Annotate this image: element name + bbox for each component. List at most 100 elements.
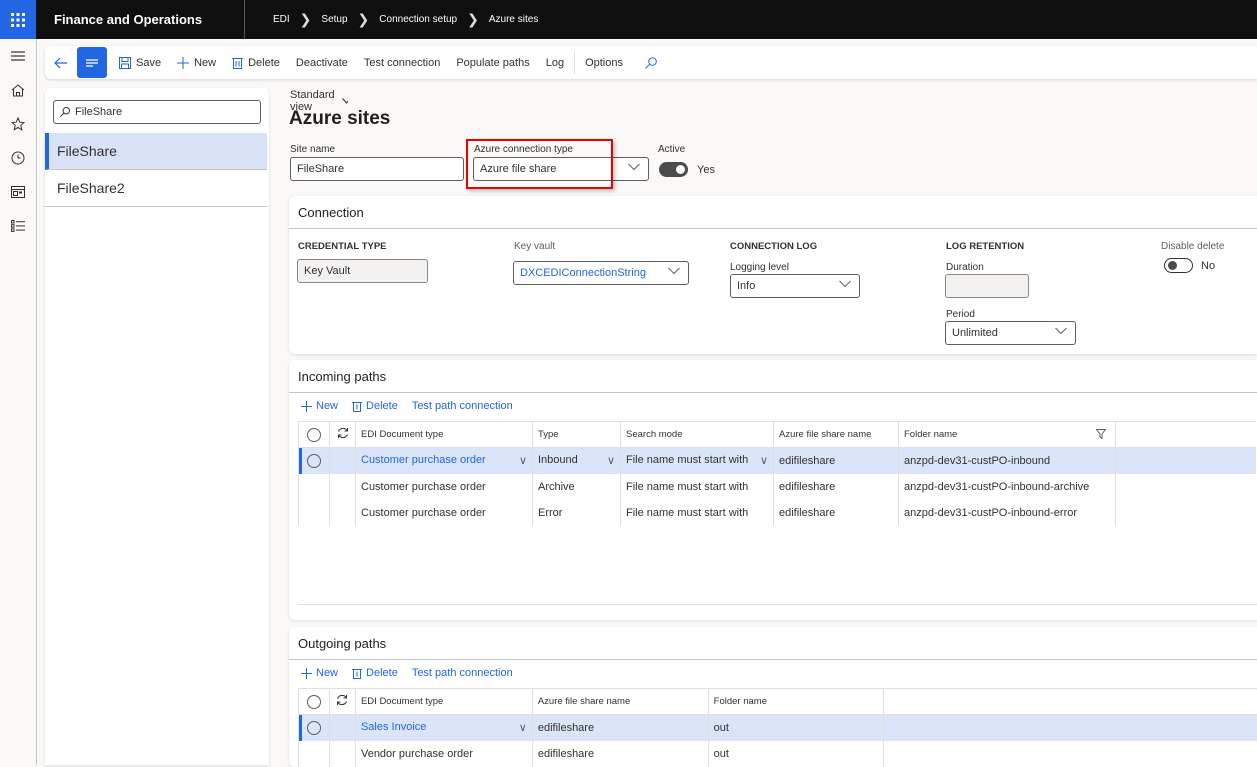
row-select[interactable] xyxy=(299,500,330,526)
breadcrumb-azure-sites[interactable]: Azure sites xyxy=(489,14,538,25)
outgoing-test-path-button[interactable]: Test path connection xyxy=(412,667,513,679)
connection-section-header[interactable]: Connection xyxy=(289,196,1257,229)
breadcrumb: EDI ❯ Setup ❯ Connection setup ❯ Azure s… xyxy=(245,11,538,28)
table-row[interactable]: Customer purchase order∨ Inbound∨ File n… xyxy=(299,448,1256,474)
nav-favorites[interactable] xyxy=(0,107,36,141)
select-all-checkbox[interactable] xyxy=(299,689,330,715)
doc-type-cell[interactable]: Sales Invoice∨ xyxy=(355,715,532,741)
col-folder-name[interactable]: Folder name xyxy=(708,689,884,715)
refresh-button[interactable] xyxy=(330,422,356,448)
row-select[interactable] xyxy=(299,715,330,741)
period-label: Period xyxy=(946,309,975,320)
table-row[interactable]: Customer purchase order Archive File nam… xyxy=(299,474,1256,500)
chevron-down-icon xyxy=(1055,327,1067,335)
table-row[interactable]: Customer purchase order Error File name … xyxy=(299,500,1256,526)
col-edi-document-type[interactable]: EDI Document type xyxy=(356,422,533,448)
list-item-label: FileShare2 xyxy=(57,180,125,196)
delete-button[interactable]: Delete xyxy=(224,46,288,79)
filter-icon[interactable] xyxy=(1096,429,1106,439)
col-azure-file-share-name[interactable]: Azure file share name xyxy=(532,689,708,715)
period-select[interactable]: Unlimited xyxy=(945,321,1076,345)
incoming-paths-header[interactable]: Incoming paths xyxy=(289,360,1257,393)
folder-cell[interactable]: anzpd-dev31-custPO-inbound-archive xyxy=(899,474,1116,500)
col-azure-file-share-name[interactable]: Azure file share name xyxy=(774,422,899,448)
col-type[interactable]: Type xyxy=(533,422,621,448)
options-button[interactable]: Options xyxy=(577,46,631,79)
key-vault-value: DXCEDIConnectionString xyxy=(520,267,646,279)
search-mode-cell[interactable]: File name must start with∨ xyxy=(621,448,774,474)
list-item[interactable]: FileShare2 xyxy=(45,170,267,207)
outgoing-delete-button[interactable]: Delete xyxy=(352,667,398,679)
nav-workspaces[interactable] xyxy=(0,175,36,209)
nav-modules[interactable] xyxy=(0,209,36,243)
site-name-field[interactable]: FileShare xyxy=(290,157,464,181)
row-marker xyxy=(329,741,355,767)
key-vault-select[interactable]: DXCEDIConnectionString xyxy=(513,261,689,285)
list-item[interactable]: FileShare xyxy=(45,133,267,170)
list-filter-input[interactable]: FileShare xyxy=(53,100,261,124)
deactivate-button[interactable]: Deactivate xyxy=(288,46,356,79)
doc-type-cell[interactable]: Customer purchase order xyxy=(356,500,533,526)
search-mode-cell[interactable]: File name must start with xyxy=(621,474,774,500)
breadcrumb-setup[interactable]: Setup xyxy=(321,14,347,25)
doc-type-cell[interactable]: Vendor purchase order xyxy=(355,741,532,767)
col-search-mode[interactable]: Search mode xyxy=(621,422,774,448)
delete-label: Delete xyxy=(366,667,398,679)
breadcrumb-edi[interactable]: EDI xyxy=(273,14,290,25)
type-cell[interactable]: Archive xyxy=(533,474,621,500)
type-cell[interactable]: Inbound∨ xyxy=(533,448,621,474)
new-button[interactable]: New xyxy=(169,46,224,79)
active-toggle[interactable] xyxy=(659,162,688,177)
plus-icon xyxy=(177,57,189,69)
incoming-paths-section: Incoming paths New Delete Test path conn… xyxy=(289,360,1257,620)
row-select[interactable] xyxy=(299,474,330,500)
logging-level-select[interactable]: Info xyxy=(730,274,860,298)
refresh-icon xyxy=(336,694,348,706)
breadcrumb-connection-setup[interactable]: Connection setup xyxy=(379,14,457,25)
chevron-down-icon: ∨ xyxy=(519,454,527,467)
row-select[interactable] xyxy=(299,448,330,474)
populate-paths-button[interactable]: Populate paths xyxy=(448,46,537,79)
outgoing-paths-header[interactable]: Outgoing paths xyxy=(289,627,1257,660)
select-all-checkbox[interactable] xyxy=(299,422,330,448)
app-launcher-button[interactable] xyxy=(0,0,36,39)
incoming-new-button[interactable]: New xyxy=(301,400,338,412)
refresh-icon xyxy=(337,427,349,439)
save-button[interactable]: Save xyxy=(111,46,169,79)
share-cell[interactable]: edifileshare xyxy=(532,715,708,741)
list-view-toggle-button[interactable] xyxy=(77,47,107,78)
table-row[interactable]: Sales Invoice∨ edifileshare out xyxy=(299,715,1257,741)
nav-recent[interactable] xyxy=(0,141,36,175)
back-button[interactable] xyxy=(45,46,77,79)
folder-cell[interactable]: anzpd-dev31-custPO-inbound-error xyxy=(899,500,1116,526)
incoming-delete-button[interactable]: Delete xyxy=(352,400,398,412)
outgoing-new-button[interactable]: New xyxy=(301,667,338,679)
row-marker xyxy=(330,500,356,526)
table-row[interactable]: Vendor purchase order edifileshare out xyxy=(299,741,1257,767)
search-button[interactable] xyxy=(631,46,665,79)
incoming-test-path-button[interactable]: Test path connection xyxy=(412,400,513,412)
search-mode-cell[interactable]: File name must start with xyxy=(621,500,774,526)
folder-cell[interactable]: out xyxy=(708,715,884,741)
log-button[interactable]: Log xyxy=(538,46,572,79)
doc-type-cell[interactable]: Customer purchase order∨ xyxy=(356,448,533,474)
folder-cell[interactable]: out xyxy=(708,741,884,767)
nav-menu-button[interactable] xyxy=(0,39,36,73)
col-edi-document-type[interactable]: EDI Document type xyxy=(355,689,532,715)
new-label: New xyxy=(316,667,338,679)
spacer-cell xyxy=(1116,500,1256,526)
type-cell[interactable]: Error xyxy=(533,500,621,526)
toolbar-divider xyxy=(574,52,575,74)
refresh-button[interactable] xyxy=(329,689,355,715)
share-cell[interactable]: edifileshare xyxy=(774,448,899,474)
row-select[interactable] xyxy=(299,741,330,767)
test-connection-button[interactable]: Test connection xyxy=(356,46,448,79)
share-cell[interactable]: edifileshare xyxy=(774,474,899,500)
folder-cell[interactable]: anzpd-dev31-custPO-inbound xyxy=(899,448,1116,474)
col-folder-name[interactable]: Folder name xyxy=(899,422,1116,448)
share-cell[interactable]: edifileshare xyxy=(532,741,708,767)
share-cell[interactable]: edifileshare xyxy=(774,500,899,526)
disable-delete-toggle[interactable] xyxy=(1164,258,1193,273)
nav-home[interactable] xyxy=(0,73,36,107)
doc-type-cell[interactable]: Customer purchase order xyxy=(356,474,533,500)
